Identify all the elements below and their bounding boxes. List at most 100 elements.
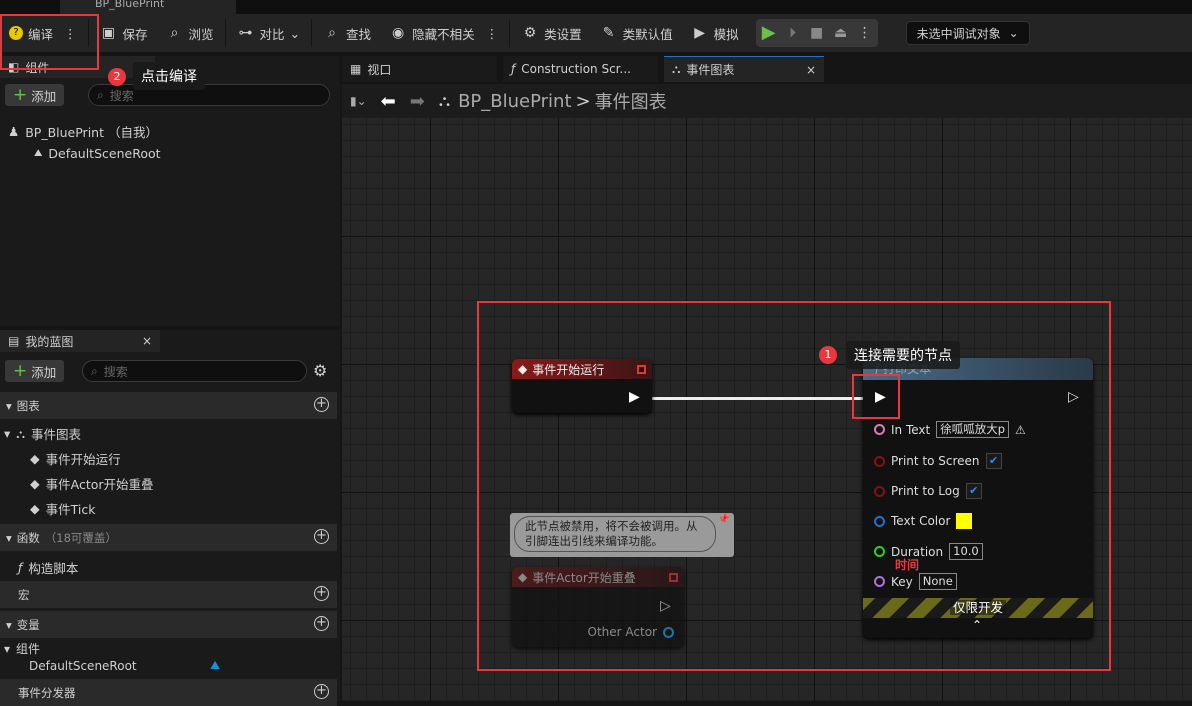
component-root[interactable]: ♟ BP_BluePrint （自我） [8,122,158,141]
save-icon: ▣ [101,25,116,41]
search-placeholder: 搜索 [109,88,134,103]
search-placeholder: 搜索 [103,364,128,379]
settings-gear-icon[interactable]: ⚙ [313,361,327,380]
section-functions[interactable]: ▾ 函数 （18可覆盖） + [0,524,337,551]
more-options-icon[interactable]: ⋮ [486,26,499,41]
find-button[interactable]: ⌕ 查找 [314,14,380,52]
add-dispatcher-icon[interactable]: + [314,684,329,699]
event-icon: ◆ [30,476,40,491]
breadcrumb-blueprint[interactable]: BP_BluePrint [458,91,571,112]
bookmark-icon[interactable]: ▮⌄ [350,94,367,108]
step-badge: 1 [819,346,837,364]
viewport-icon: ▦ [350,62,362,76]
breadcrumb-graph: 事件图表 [594,92,667,113]
class-settings-button[interactable]: ⚙ 类设置 [512,14,591,52]
search-icon: ⌕ [91,363,98,378]
tab-event-graph[interactable]: ⛬ 事件图表 × [664,56,824,82]
hide-unrelated-label: 隐藏不相关 [412,26,475,42]
hide-unrelated-button[interactable]: ◉ 隐藏不相关 ⋮ [380,14,507,52]
more-options-icon[interactable]: ⋮ [856,24,874,42]
my-blueprint-tab[interactable]: ▤ 我的蓝图 × [0,330,160,352]
step-tooltip: 连接需要的节点 [846,341,960,369]
eye-icon: ◉ [391,25,405,41]
function-icon: ƒ [18,560,23,575]
add-macro-icon[interactable]: + [314,586,329,601]
find-icon: ⌕ [328,25,336,41]
add-component-button[interactable]: + 添加 [5,84,65,106]
class-defaults-button[interactable]: ✎ 类默认值 [591,14,682,52]
section-graphs[interactable]: ▾ 图表 + [0,392,337,419]
save-label: 保存 [122,26,148,42]
collapse-arrow-icon: ▾ [4,426,11,441]
functions-count: （18可覆盖） [44,530,117,545]
event-item[interactable]: ◆ 事件Tick [30,499,95,518]
back-arrow-icon[interactable]: ⬅ [381,91,396,112]
section-macros[interactable]: 宏 + [0,581,337,608]
collapse-arrow-icon: ▾ [6,398,12,413]
event-label: 事件开始运行 [45,452,121,467]
add-variable-icon[interactable]: + [314,616,329,631]
save-button[interactable]: ▣ 保存 [91,14,157,52]
breadcrumb-separator: > [575,90,591,112]
event-icon: ◆ [30,451,40,466]
exec-pin-highlight-box [852,374,900,419]
components-group[interactable]: ▾ 组件 [4,640,40,657]
event-graph-item[interactable]: ▾ ⛬ 事件图表 [4,424,81,443]
diff-button[interactable]: ⊶ 对比 ⌄ [228,14,310,52]
step-icon[interactable]: ⏵ [784,24,802,42]
simulate-label: 模拟 [713,26,739,42]
section-label: 宏 [18,587,30,602]
close-icon[interactable]: × [806,63,816,77]
chevron-down-icon: ⌄ [1008,26,1019,40]
search-icon: ⌕ [97,87,104,102]
eject-icon[interactable]: ⏏ [832,24,850,42]
tab-label: 视口 [367,62,392,77]
divider [224,19,226,47]
tab-label: Construction Scr... [521,62,631,76]
section-label: 事件分发器 [18,685,76,700]
member-search-input[interactable]: ⌕ 搜索 [82,360,307,382]
stop-icon[interactable]: ■ [808,24,826,42]
browse-icon: ⌕ [170,25,179,41]
add-member-button[interactable]: + 添加 [5,360,65,382]
plus-icon: + [13,85,28,105]
section-label: 图表 [16,398,40,413]
event-label: 事件Tick [45,502,96,517]
pencil-icon: ✎ [602,25,615,41]
section-label: 函数 [16,530,40,545]
add-graph-icon[interactable]: + [314,397,329,412]
class-settings-label: 类设置 [544,26,582,42]
variable-item[interactable]: DefaultSceneRoot [29,659,137,673]
browse-button[interactable]: ⌕ 浏览 [157,14,223,52]
section-dispatchers[interactable]: 事件分发器 + [0,679,337,706]
graph-icon: ⛬ [16,425,26,441]
event-item[interactable]: ◆ 事件开始运行 [30,449,121,468]
tab-label: 事件图表 [686,63,735,77]
play-icon[interactable]: ▶ [760,24,778,42]
component-search-input[interactable]: ⌕ 搜索 [88,84,330,106]
browse-label: 浏览 [188,26,214,42]
forward-arrow-icon[interactable]: ➡ [410,91,425,112]
tab-construction-script[interactable]: ƒ Construction Scr... [503,56,658,82]
function-icon: ƒ [511,62,516,76]
tab-viewport[interactable]: ▦ 视口 [342,56,497,82]
event-item[interactable]: ◆ 事件Actor开始重叠 [30,474,154,493]
document-tab[interactable]: BP_BluePrint [60,0,236,14]
step-tooltip: 点击编译 [133,62,205,90]
plus-icon: + [13,361,28,381]
my-blueprint-panel: ▤ 我的蓝图 × + 添加 ⌕ 搜索 ⚙ ▾ 图表 + ▾ ⛬ 事件图表 ◆ 事件开始运行 ◆ 事件… [0,330,340,706]
step-badge: 2 [108,68,126,86]
add-function-icon[interactable]: + [314,529,329,544]
simulate-button[interactable]: ▶ 模拟 [682,14,748,52]
class-defaults-label: 类默认值 [622,26,673,42]
debug-object-dropdown[interactable]: 未选中调试对象 ⌄ [905,21,1030,45]
component-item[interactable]: ⛰ DefaultSceneRoot [34,146,161,161]
close-icon[interactable]: × [142,334,152,348]
add-label: 添加 [31,364,57,380]
construction-script-item[interactable]: ƒ 构造脚本 [18,558,78,577]
component-item-label: DefaultSceneRoot [48,146,161,161]
diff-label: 对比 [259,26,285,42]
chevron-down-icon: ⌄ [289,25,301,41]
find-label: 查找 [346,26,372,42]
section-variables[interactable]: ▾ 变量 + [0,611,337,638]
